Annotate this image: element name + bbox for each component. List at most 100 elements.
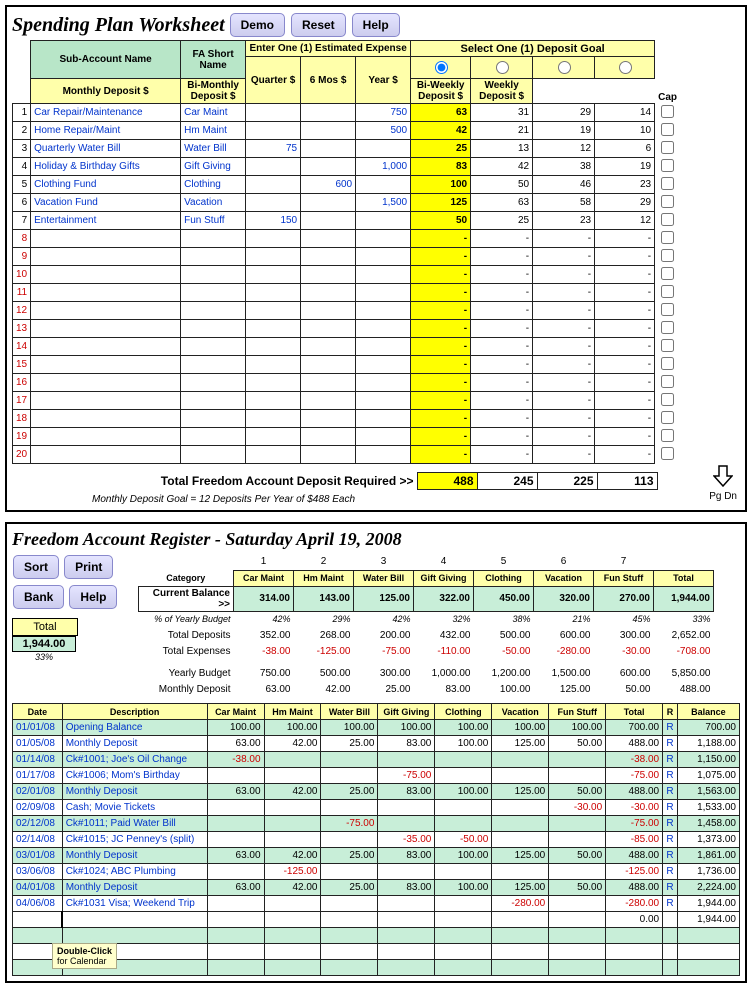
trans-desc[interactable]: Monthly Deposit: [62, 736, 207, 752]
cap-checkbox[interactable]: [661, 249, 674, 262]
trans-desc[interactable]: Monthly Deposit: [62, 784, 207, 800]
td-label: Total Deposits: [139, 627, 234, 643]
trans-desc[interactable]: Ck#1001; Joe's Oil Change: [62, 752, 207, 768]
trans-date[interactable]: 01/17/08: [13, 768, 63, 784]
print-button[interactable]: Print: [64, 555, 113, 579]
trans-date[interactable]: 01/05/08: [13, 736, 63, 752]
radio-weekly[interactable]: [619, 61, 632, 74]
cap-checkbox[interactable]: [661, 141, 674, 154]
register-panel: Freedom Account Register - Saturday Apri…: [5, 522, 747, 983]
reconcile-cell[interactable]: R: [663, 768, 678, 784]
subacct-cell[interactable]: Holiday & Birthday Gifts: [31, 158, 181, 176]
trans-desc[interactable]: Cash; Movie Tickets: [62, 800, 207, 816]
panel2-title: Freedom Account Register - Saturday Apri…: [12, 529, 740, 550]
cap-checkbox[interactable]: [661, 213, 674, 226]
trans-desc[interactable]: Opening Balance: [62, 720, 207, 736]
curbal-label: Current Balance >>: [139, 586, 234, 611]
cap-checkbox[interactable]: [661, 357, 674, 370]
trans-desc[interactable]: Ck#1015; JC Penney's (split): [62, 832, 207, 848]
md-label: Monthly Deposit: [139, 681, 234, 697]
trans-date[interactable]: 03/01/08: [13, 848, 63, 864]
cap-checkbox[interactable]: [661, 375, 674, 388]
date-header: Date: [13, 704, 63, 720]
cap-checkbox[interactable]: [661, 267, 674, 280]
pct-label: % of Yearly Budget: [139, 611, 234, 627]
help2-button[interactable]: Help: [69, 585, 117, 609]
cap-checkbox[interactable]: [661, 339, 674, 352]
cap-checkbox[interactable]: [661, 429, 674, 442]
radio-monthly[interactable]: [435, 61, 448, 74]
subacct-cell[interactable]: Vacation Fund: [31, 194, 181, 212]
cap-checkbox[interactable]: [661, 285, 674, 298]
short-cell[interactable]: Water Bill: [181, 140, 246, 158]
trans-date[interactable]: 02/14/08: [13, 832, 63, 848]
trans-date[interactable]: 02/09/08: [13, 800, 63, 816]
reconcile-cell[interactable]: R: [663, 816, 678, 832]
subacct-cell[interactable]: Home Repair/Maint: [31, 122, 181, 140]
yb-label: Yearly Budget: [139, 665, 234, 681]
reconcile-cell[interactable]: R: [663, 752, 678, 768]
short-cell[interactable]: Car Maint: [181, 104, 246, 122]
radio-biweekly[interactable]: [558, 61, 571, 74]
total-box-value: 1,944.00: [12, 636, 76, 652]
subacct-cell[interactable]: Clothing Fund: [31, 176, 181, 194]
total-table: Total Freedom Account Deposit Required >…: [32, 472, 658, 490]
cap-checkbox[interactable]: [661, 411, 674, 424]
cap-checkbox[interactable]: [661, 105, 674, 118]
reconcile-cell[interactable]: R: [663, 800, 678, 816]
trans-desc[interactable]: Ck#1011; Paid Water Bill: [62, 816, 207, 832]
worksheet-table: Sub-Account NameFA Short NameEnter One (…: [12, 40, 680, 464]
trans-date[interactable]: 04/01/08: [13, 880, 63, 896]
cap-checkbox[interactable]: [661, 123, 674, 136]
reconcile-cell[interactable]: R: [663, 864, 678, 880]
summary-table: 1234567 CategoryCar MaintHm MaintWater B…: [138, 554, 714, 697]
reconcile-cell[interactable]: R: [663, 880, 678, 896]
trans-desc[interactable]: Ck#1006; Mom's Birthday: [62, 768, 207, 784]
short-cell[interactable]: Hm Maint: [181, 122, 246, 140]
total-bimonthly: 245: [477, 473, 537, 490]
total-biweekly: 225: [537, 473, 597, 490]
reconcile-cell[interactable]: R: [663, 848, 678, 864]
bank-button[interactable]: Bank: [13, 585, 64, 609]
trans-date[interactable]: 01/14/08: [13, 752, 63, 768]
subacct-cell[interactable]: Entertainment: [31, 212, 181, 230]
cap-checkbox[interactable]: [661, 159, 674, 172]
short-cell[interactable]: Vacation: [181, 194, 246, 212]
pgdn-control[interactable]: Pg Dn: [709, 464, 737, 502]
reconcile-cell[interactable]: R: [663, 832, 678, 848]
reset-button[interactable]: Reset: [291, 13, 346, 37]
trans-desc[interactable]: Monthly Deposit: [62, 848, 207, 864]
trans-date[interactable]: 01/01/08: [13, 720, 63, 736]
sort-button[interactable]: Sort: [13, 555, 59, 579]
trans-date[interactable]: 03/06/08: [13, 864, 63, 880]
radio-bimonthly[interactable]: [496, 61, 509, 74]
cap-checkbox[interactable]: [661, 303, 674, 316]
cap-checkbox[interactable]: [661, 195, 674, 208]
trans-date[interactable]: 02/12/08: [13, 816, 63, 832]
trans-date[interactable]: 02/01/08: [13, 784, 63, 800]
short-cell[interactable]: Clothing: [181, 176, 246, 194]
reconcile-cell[interactable]: R: [663, 784, 678, 800]
short-cell[interactable]: Gift Giving: [181, 158, 246, 176]
subacct-cell[interactable]: Quarterly Water Bill: [31, 140, 181, 158]
help-button[interactable]: Help: [352, 13, 400, 37]
short-cell[interactable]: Fun Stuff: [181, 212, 246, 230]
total-weekly: 113: [597, 473, 657, 490]
trans-desc[interactable]: Ck#1024; ABC Plumbing: [62, 864, 207, 880]
pgdn-label: Pg Dn: [709, 491, 737, 502]
cap-checkbox[interactable]: [661, 447, 674, 460]
deposit-note: Monthly Deposit Goal = 12 Deposits Per Y…: [92, 494, 740, 505]
demo-button[interactable]: Demo: [230, 13, 285, 37]
cap-checkbox[interactable]: [661, 393, 674, 406]
calendar-tooltip: Double-Clickfor Calendar: [52, 943, 117, 969]
cap-checkbox[interactable]: [661, 177, 674, 190]
reconcile-cell[interactable]: R: [663, 736, 678, 752]
cap-checkbox[interactable]: [661, 321, 674, 334]
subacct-cell[interactable]: Car Repair/Maintenance: [31, 104, 181, 122]
spending-plan-panel: Spending Plan Worksheet Demo Reset Help …: [5, 5, 747, 512]
trans-desc[interactable]: Monthly Deposit: [62, 880, 207, 896]
cap-checkbox[interactable]: [661, 231, 674, 244]
reconcile-cell[interactable]: R: [663, 720, 678, 736]
total-monthly: 488: [417, 473, 477, 490]
panel1-title: Spending Plan Worksheet: [12, 14, 225, 37]
